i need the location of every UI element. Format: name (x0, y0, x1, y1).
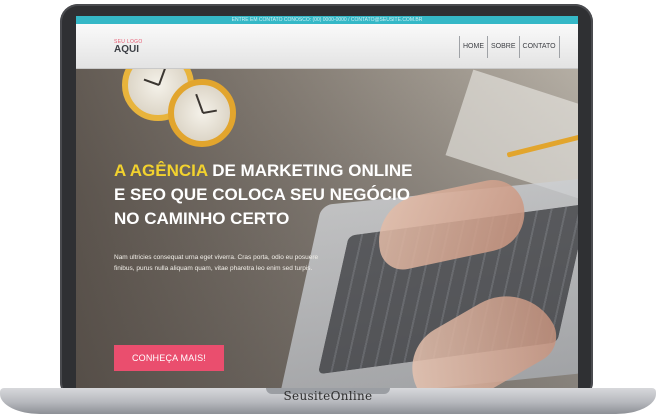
hero-banner: A AGÊNCIA DE MARKETING ONLINE E SEO QUE … (76, 69, 578, 388)
top-contact-text: ENTRE EM CONTATO CONOSCO: (00) 0000-0000… (231, 17, 423, 23)
hero-photo-paper (445, 69, 578, 199)
logo[interactable]: AQUI (114, 44, 139, 55)
nav-item-home[interactable]: HOME (459, 36, 487, 58)
main-nav: HOME SOBRE CONTATO (459, 36, 560, 58)
hero-headline-highlight: A AGÊNCIA (114, 161, 208, 180)
hero-description: Nam ultricies consequat urna eget viverr… (114, 254, 319, 272)
laptop-brand-label: SeusiteOnline (283, 389, 373, 403)
site-header: SEU LOGO AQUI HOME SOBRE CONTATO (76, 24, 578, 69)
top-contact-bar: ENTRE EM CONTATO CONOSCO: (00) 0000-0000… (76, 16, 578, 24)
hero-headline: A AGÊNCIA DE MARKETING ONLINE E SEO QUE … (114, 159, 414, 231)
cta-button[interactable]: CONHEÇA MAIS! (114, 345, 224, 371)
nav-item-sobre[interactable]: SOBRE (487, 36, 519, 58)
laptop-screen: ENTRE EM CONTATO CONOSCO: (00) 0000-0000… (76, 16, 578, 388)
nav-item-contato[interactable]: CONTATO (518, 36, 560, 58)
hero-photo-clock-icon (168, 79, 236, 147)
